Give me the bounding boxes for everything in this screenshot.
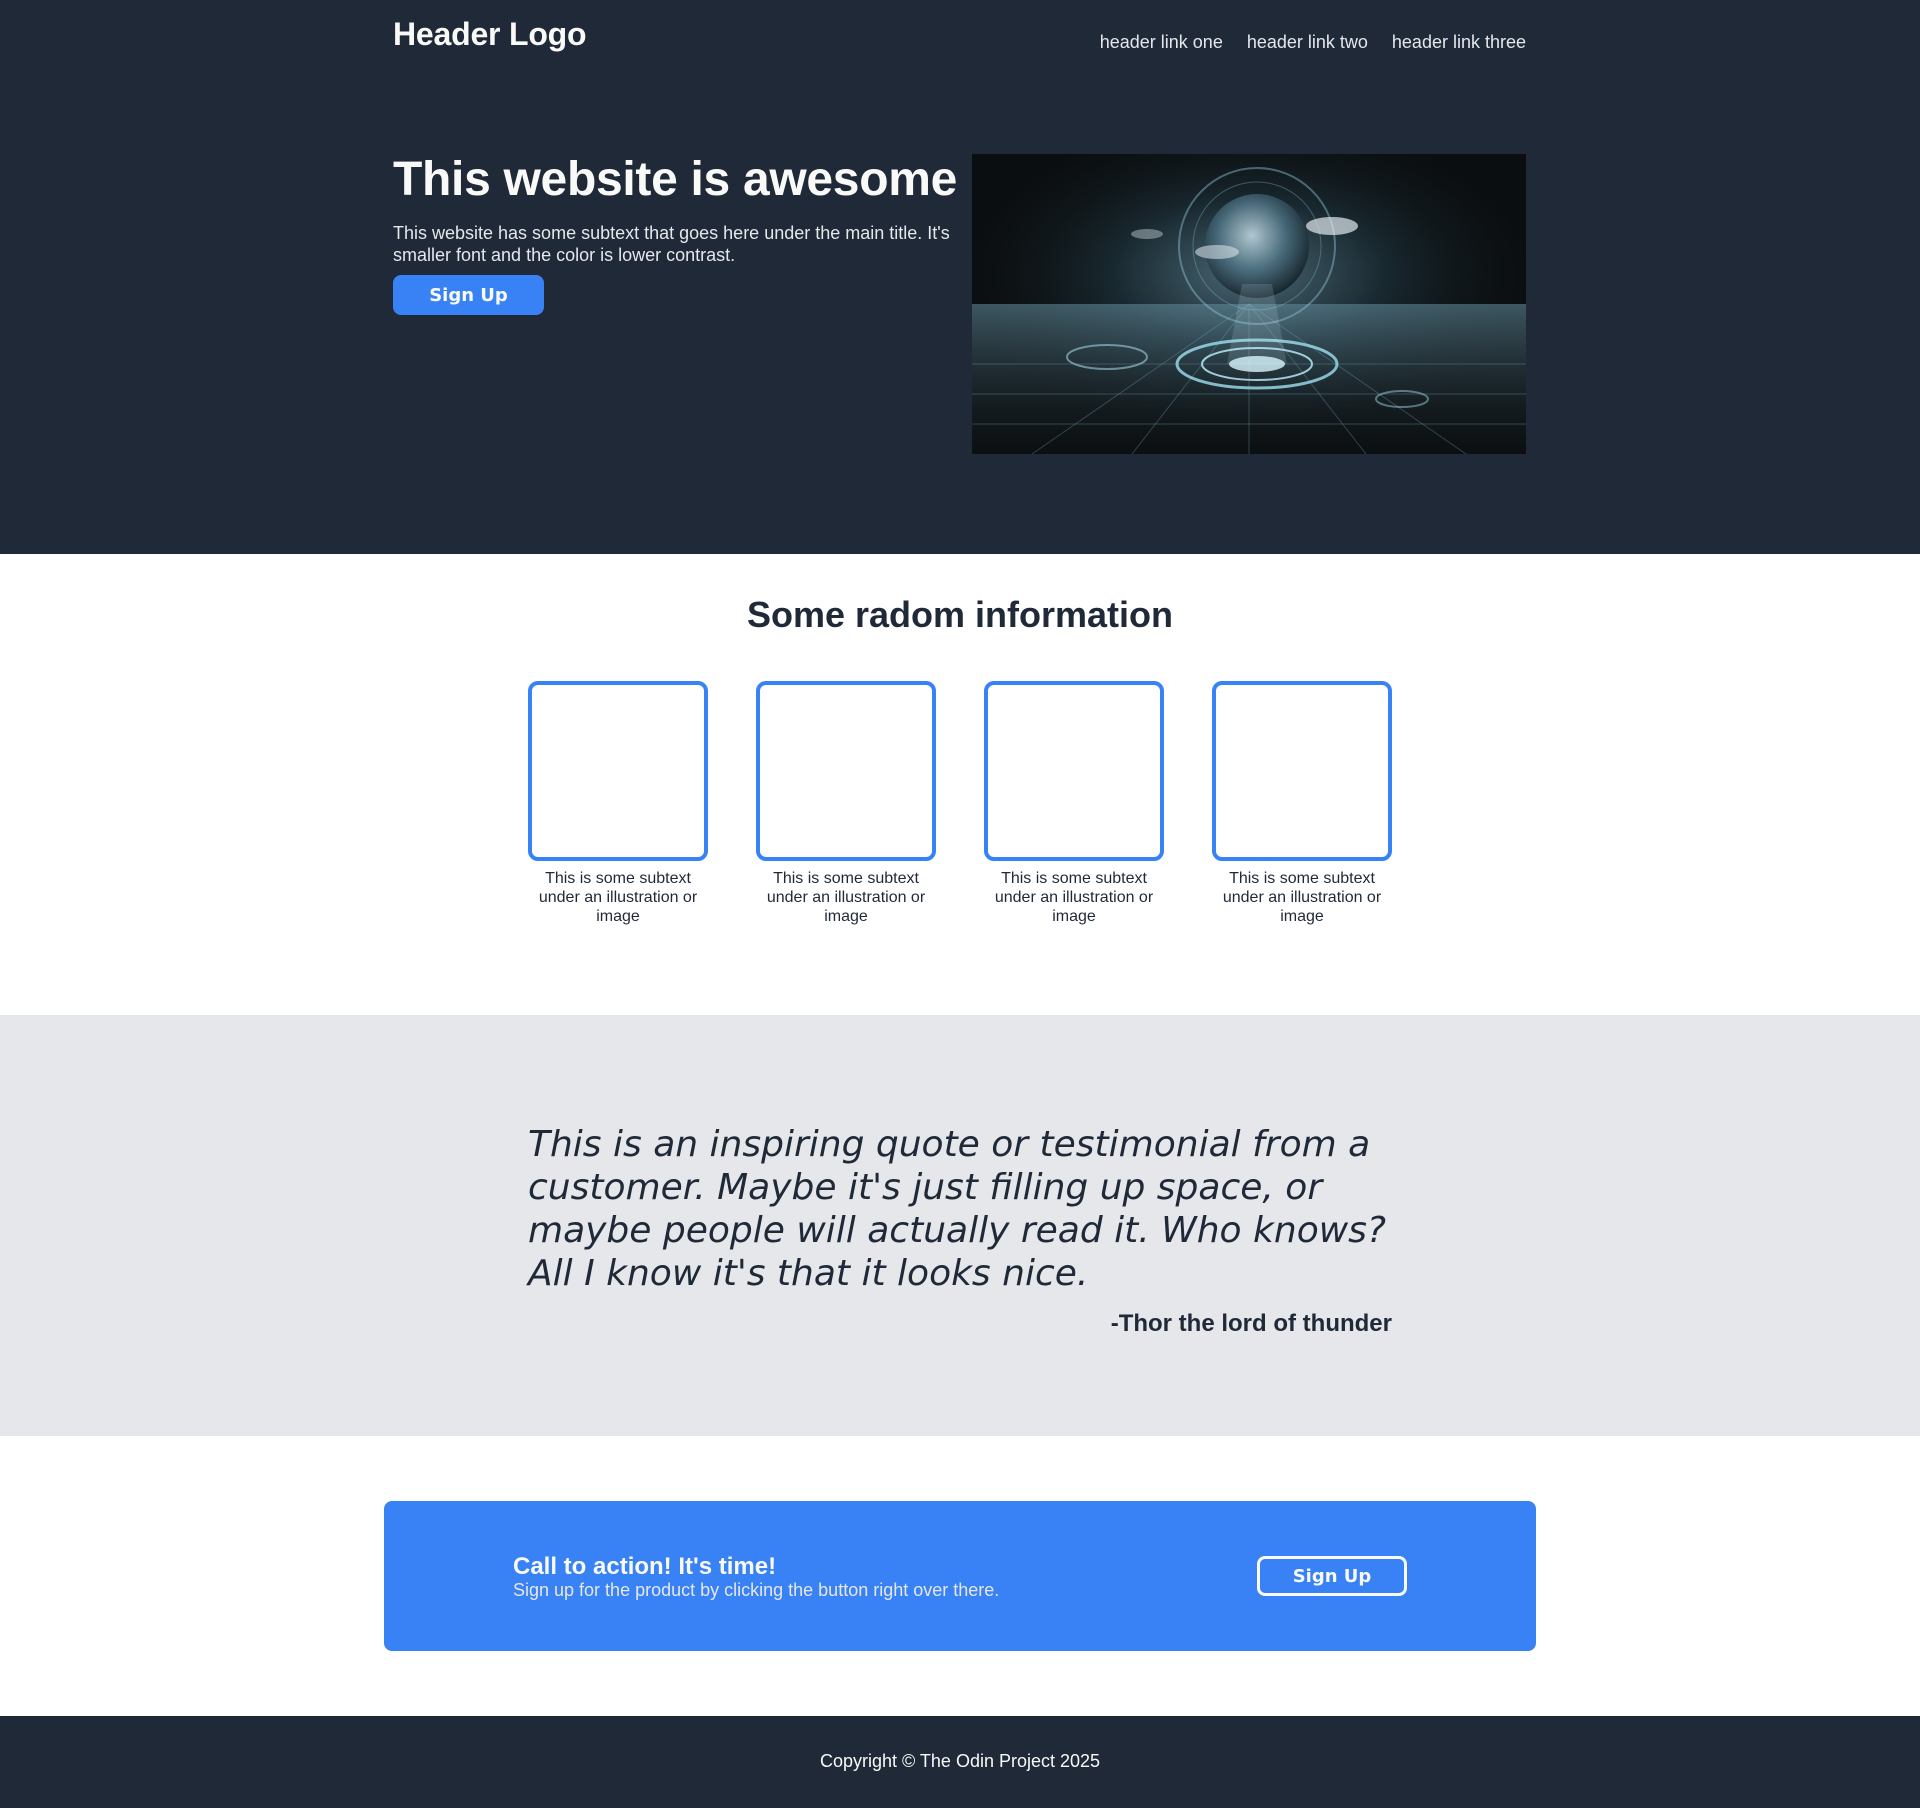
futuristic-globe-illustration-icon (972, 154, 1526, 454)
info-card: This is some subtext under an illustrati… (528, 681, 708, 926)
card-image-placeholder (756, 681, 936, 861)
card-image-placeholder (984, 681, 1164, 861)
header-nav: header link one header link two header l… (1100, 32, 1526, 53)
hero-section: Header Logo header link one header link … (0, 0, 1920, 554)
card-caption: This is some subtext under an illustrati… (538, 870, 698, 925)
hero-image (972, 154, 1526, 454)
info-card: This is some subtext under an illustrati… (984, 681, 1164, 926)
info-section: Some radom information This is some subt… (0, 554, 1920, 1015)
header-link-two[interactable]: header link two (1247, 32, 1368, 53)
hero-title: This website is awesome (393, 153, 957, 206)
testimonial-quote: This is an inspiring quote or testimonia… (528, 1124, 1387, 1294)
footer-copyright: Copyright © The Odin Project 2025 (819, 1751, 1101, 1771)
hero-sign-up-button[interactable]: Sign Up (393, 275, 544, 315)
cta-sign-up-button[interactable]: Sign Up (1257, 1556, 1407, 1596)
footer: Copyright © The Odin Project 2025 (0, 1716, 1920, 1808)
card-caption: This is some subtext under an illustrati… (1222, 870, 1382, 925)
header-logo[interactable]: Header Logo (393, 16, 587, 53)
card-image-placeholder (528, 681, 708, 861)
card-caption: This is some subtext under an illustrati… (766, 870, 926, 925)
card-image-placeholder (1212, 681, 1392, 861)
card-caption: This is some subtext under an illustrati… (994, 870, 1154, 925)
header-link-one[interactable]: header link one (1100, 32, 1223, 53)
header-link-three[interactable]: header link three (1392, 32, 1526, 53)
cta-subtitle: Sign up for the product by clicking the … (513, 1580, 1000, 1600)
cta-title: Call to action! It's time! (513, 1553, 777, 1580)
quote-author: -Thor the lord of thunder (1110, 1310, 1392, 1337)
quote-section: This is an inspiring quote or testimonia… (0, 1015, 1920, 1436)
info-card: This is some subtext under an illustrati… (1212, 681, 1392, 926)
hero-subtitle: This website has some subtext that goes … (393, 223, 950, 265)
info-title: Some radom information (746, 594, 1174, 635)
info-card: This is some subtext under an illustrati… (756, 681, 936, 926)
cta-section: Call to action! It's time! Sign up for t… (0, 1436, 1920, 1716)
cta-box: Call to action! It's time! Sign up for t… (384, 1501, 1536, 1651)
